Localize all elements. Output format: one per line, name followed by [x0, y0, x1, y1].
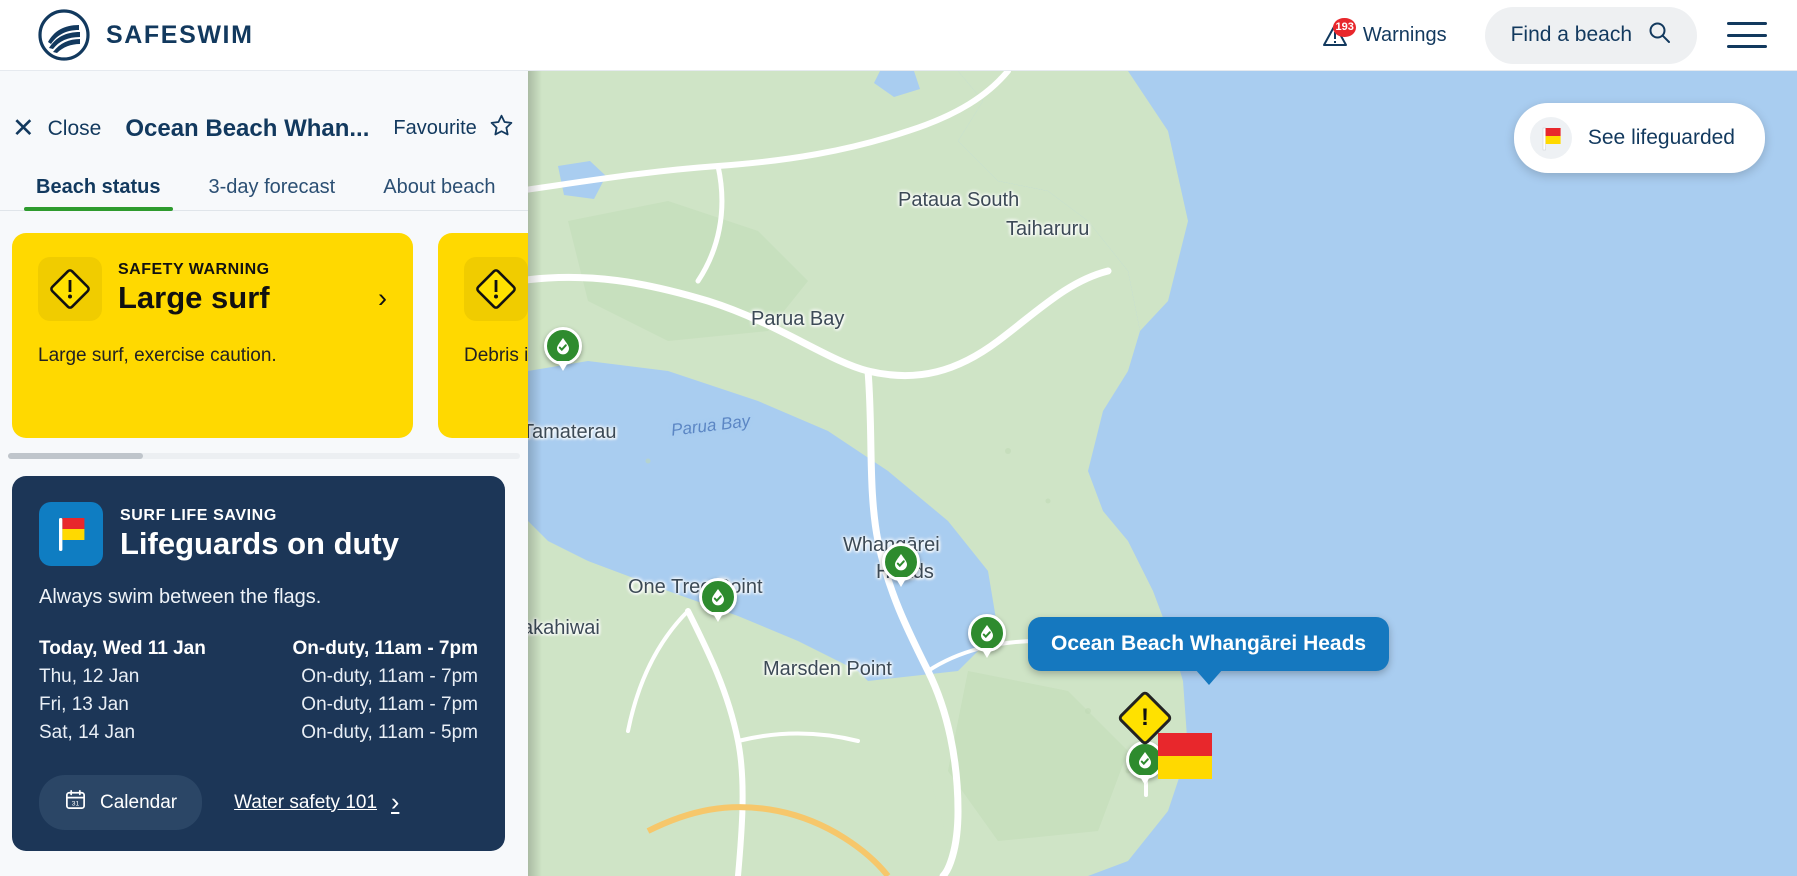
find-a-beach-button[interactable]: Find a beach [1484, 6, 1697, 64]
schedule-day: Sat, 14 Jan [39, 722, 136, 743]
header-actions: 193 Warnings Find a beach [1308, 6, 1767, 64]
map-canvas[interactable]: Pataua South Taiharuru Parua Bay Tamater… [528, 71, 1797, 876]
brand-logo[interactable]: SAFESWIM [38, 9, 254, 61]
close-x-icon: ✕ [12, 113, 35, 143]
chevron-right-icon: › [391, 788, 400, 816]
see-lifeguarded-label: See lifeguarded [1587, 126, 1735, 149]
svg-text:31: 31 [72, 801, 80, 808]
warning-body: Debris in water, caution advised. [464, 345, 528, 366]
hazard-diamond-icon [38, 257, 102, 321]
lifeguard-subtitle: Always swim between the flags. [39, 586, 322, 608]
app-root: SAFESWIM 193 Warnings Find a beach Patau… [0, 0, 1797, 876]
schedule-hours: On-duty, 11am - 7pm [301, 666, 478, 687]
search-icon [1648, 21, 1671, 50]
hamburger-menu-icon[interactable] [1727, 18, 1767, 52]
water-safety-101-link[interactable]: Water safety 101 › [234, 788, 399, 817]
page-title: Ocean Beach Whan... [125, 114, 370, 142]
table-row: Sat, 14 Jan On-duty, 11am - 5pm [39, 719, 478, 747]
beach-detail-panel: ✕ Close Ocean Beach Whan... Favourite Be… [0, 71, 528, 876]
beach-pin-water-quality[interactable] [544, 327, 582, 371]
tab-about-beach[interactable]: About beach [359, 176, 519, 210]
table-row: Thu, 12 Jan On-duty, 11am - 7pm [39, 663, 478, 691]
tab-3-day-forecast[interactable]: 3-day forecast [185, 176, 360, 210]
favourite-button[interactable]: Favourite [393, 113, 513, 144]
calendar-icon: 31 [64, 788, 87, 817]
schedule-day: Fri, 13 Jan [39, 694, 129, 715]
warnings-label: Warnings [1362, 23, 1447, 46]
warnings-count-badge: 193 [1333, 18, 1356, 37]
warning-body: Large surf, exercise caution. [38, 345, 277, 366]
wave-circle-logo-icon [38, 9, 90, 61]
table-row: Fri, 13 Jan On-duty, 11am - 7pm [39, 691, 478, 719]
see-lifeguarded-button[interactable]: See lifeguarded [1513, 103, 1765, 173]
map-lifeguard-flag-icon [1156, 731, 1212, 781]
safety-warning-card[interactable]: SAFETY WARNING Debris Debris in water, c… [438, 233, 528, 438]
carousel-scrollbar-thumb[interactable] [8, 453, 143, 459]
schedule-hours: On-duty, 11am - 7pm [292, 638, 478, 659]
top-header-bar: SAFESWIM 193 Warnings Find a beach [0, 0, 1797, 71]
brand-name: SAFESWIM [106, 20, 254, 49]
lifeguard-schedule-table: Today, Wed 11 Jan On-duty, 11am - 7pm Th… [39, 635, 478, 747]
calendar-button[interactable]: 31 Calendar [39, 775, 203, 830]
star-outline-icon [489, 113, 514, 144]
warnings-button[interactable]: 193 Warnings [1308, 13, 1461, 57]
carousel-scrollbar[interactable] [8, 453, 520, 459]
beach-pin-water-quality[interactable] [882, 543, 920, 587]
warning-triangle-icon: 193 [1322, 18, 1356, 49]
lifeguard-card-actions: 31 Calendar Water safety 101 › [39, 775, 478, 830]
schedule-hours: On-duty, 11am - 5pm [301, 722, 478, 743]
schedule-day: Today, Wed 11 Jan [39, 638, 206, 659]
selected-beach-tooltip[interactable]: Ocean Beach Whangārei Heads [1028, 617, 1390, 685]
safety-warning-carousel[interactable]: SAFETY WARNING Large surf Large surf, ex… [0, 211, 528, 441]
chevron-right-icon[interactable]: › [378, 283, 387, 314]
beach-pin-water-quality[interactable] [699, 578, 737, 622]
schedule-day: Thu, 12 Jan [39, 666, 140, 687]
lifeguard-status-card: SURF LIFE SAVING Lifeguards on duty Alwa… [12, 476, 505, 851]
lifeguard-kicker: SURF LIFE SAVING [120, 507, 277, 524]
panel-tabs: Beach status 3-day forecast About beach [0, 167, 528, 211]
lifeguard-flag-icon [1529, 117, 1572, 159]
calendar-label: Calendar [100, 791, 178, 813]
lifeguard-flag-icon [39, 502, 103, 566]
close-label: Close [47, 116, 102, 140]
table-row: Today, Wed 11 Jan On-duty, 11am - 7pm [39, 635, 478, 663]
schedule-hours: On-duty, 11am - 7pm [301, 694, 478, 715]
water-safety-label: Water safety 101 [234, 791, 378, 813]
hazard-glyph: ! [1141, 704, 1149, 731]
close-panel-button[interactable]: ✕ Close [12, 115, 101, 142]
warning-kicker: SAFETY WARNING [118, 261, 270, 278]
warning-title: Large surf [118, 280, 270, 315]
panel-header: ✕ Close Ocean Beach Whan... Favourite [0, 71, 528, 149]
find-a-beach-label: Find a beach [1510, 23, 1632, 46]
favourite-label: Favourite [393, 117, 477, 139]
hazard-diamond-icon [464, 257, 528, 321]
lifeguard-title: Lifeguards on duty [120, 526, 399, 561]
tab-beach-status[interactable]: Beach status [12, 176, 185, 211]
beach-pin-water-quality[interactable] [968, 614, 1006, 658]
safety-warning-card[interactable]: SAFETY WARNING Large surf Large surf, ex… [12, 233, 413, 438]
